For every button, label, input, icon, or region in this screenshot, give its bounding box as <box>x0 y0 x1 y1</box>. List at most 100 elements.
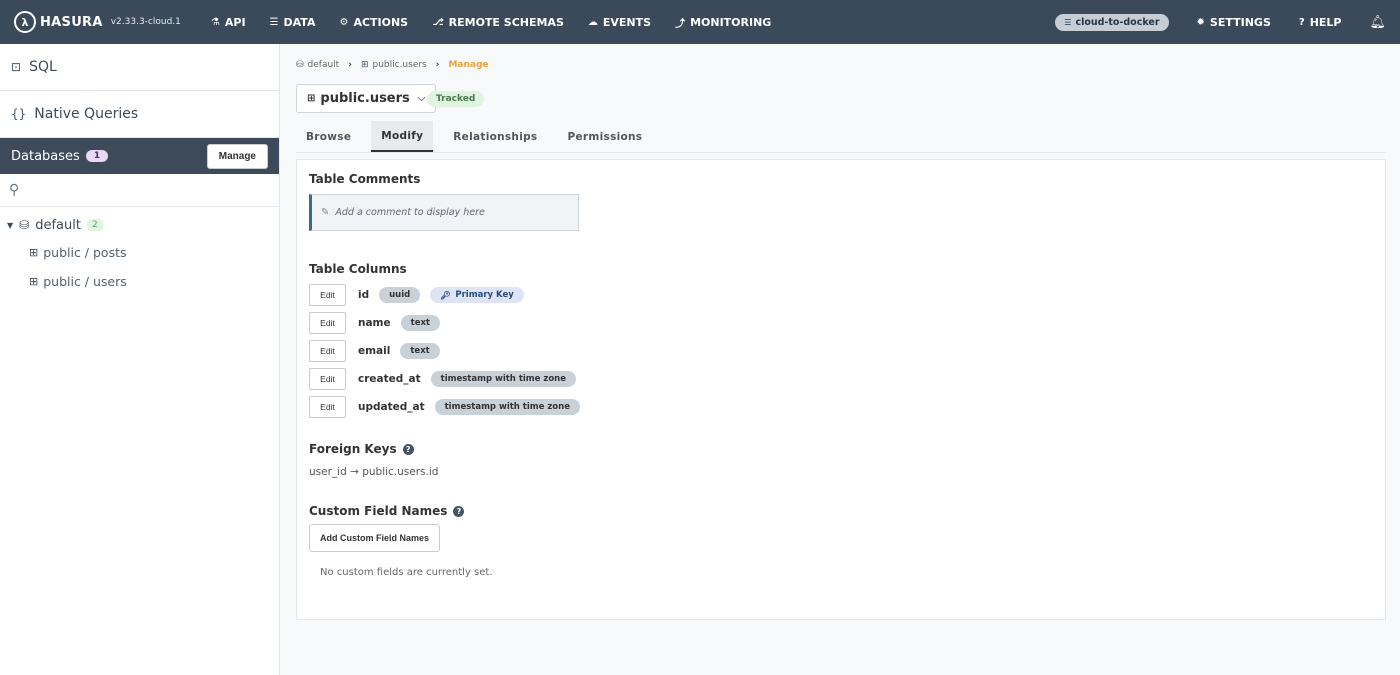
nav-label: HELP <box>1309 15 1342 29</box>
search-input[interactable] <box>25 183 279 197</box>
nav-label: EVENTS <box>602 15 652 29</box>
bell-icon[interactable]: 🔔︎ <box>1369 15 1386 30</box>
edit-column-button[interactable]: Edit <box>309 284 346 306</box>
table-label: public / posts <box>43 245 127 260</box>
breadcrumb-current: Manage <box>448 60 489 70</box>
nav-item-help[interactable]: ? HELP <box>1299 16 1342 29</box>
sidebar-item-native-queries[interactable]: {} Native Queries <box>0 91 279 138</box>
section-title-text: Foreign Keys <box>309 442 397 456</box>
tree-table-posts[interactable]: ⊞ public / posts <box>0 238 279 267</box>
help-icon[interactable]: ? <box>402 443 414 455</box>
edit-column-button[interactable]: Edit <box>309 312 346 334</box>
sidebar-item-sql[interactable]: ⊡ SQL <box>0 44 279 91</box>
tree-table-users[interactable]: ⊞ public / users <box>0 267 279 296</box>
foreign-keys-title: Foreign Keys? <box>309 442 414 456</box>
search-row: ⚲ <box>0 174 279 207</box>
hasura-logo-icon: λ <box>14 11 36 33</box>
nav-item-actions[interactable]: ⚙ ACTIONS <box>339 15 408 30</box>
chart-icon: ⤴ <box>675 18 686 30</box>
sidebar-item-label: Native Queries <box>34 106 139 122</box>
chevron-down-icon: ⌵ <box>417 93 426 104</box>
custom-field-names-title: Custom Field Names? <box>309 504 465 518</box>
table-row: Edit updated_at timestamp with time zone <box>309 396 580 418</box>
edit-column-button[interactable]: Edit <box>309 340 346 362</box>
version-label: v2.33.3-cloud.1 <box>110 17 181 27</box>
tab-permissions[interactable]: Permissions <box>557 121 652 152</box>
add-custom-field-names-button[interactable]: Add Custom Field Names <box>309 524 441 552</box>
search-icon: ⚲ <box>9 182 20 198</box>
tracked-badge: Tracked <box>427 91 485 107</box>
terminal-icon: ⊡ <box>11 60 22 74</box>
breadcrumb-db[interactable]: default <box>308 60 340 70</box>
section-title-text: Table Comments <box>309 172 421 186</box>
sidebar: ⊡ SQL {} Native Queries Databases 1 Manage… <box>0 44 280 675</box>
brand-name: HASURA <box>40 14 103 30</box>
column-type-badge: text <box>400 343 440 359</box>
table-row: Edit email text <box>309 340 440 362</box>
edit-column-button[interactable]: Edit <box>309 396 346 418</box>
caret-down-icon[interactable]: ▼ <box>7 221 13 230</box>
project-name: cloud-to-docker <box>1075 16 1160 28</box>
braces-icon: {} <box>11 107 27 121</box>
table-icon: ⊞ <box>29 275 39 288</box>
server-icon: ☰ <box>1064 17 1072 27</box>
table-row: Edit name text <box>309 312 440 334</box>
cloud-icon: ☁ <box>587 16 598 28</box>
column-type-badge: text <box>400 315 440 331</box>
column-type-badge: timestamp with time zone <box>434 399 580 415</box>
database-icon: ⛁ <box>296 60 304 70</box>
table-icon: ⊞ <box>307 93 316 104</box>
comment-placeholder: Add a comment to display here <box>335 207 485 218</box>
project-selector[interactable]: ☰ cloud-to-docker <box>1055 13 1169 31</box>
breadcrumb-table[interactable]: public.users <box>372 60 426 70</box>
section-title-text: Custom Field Names <box>309 504 448 518</box>
tabs: Browse Modify Relationships Permissions <box>296 121 1386 153</box>
table-row: Edit id uuid 🔑︎ Primary Key <box>309 284 524 306</box>
column-name: name <box>358 317 391 329</box>
actions-icon: ⚙ <box>339 16 349 28</box>
column-type-badge: timestamp with time zone <box>430 371 576 387</box>
nav-label: DATA <box>283 15 316 29</box>
tab-modify[interactable]: Modify <box>371 121 434 152</box>
key-icon: 🔑︎ <box>440 290 451 300</box>
question-icon: ? <box>1298 16 1305 28</box>
help-icon[interactable]: ? <box>453 505 465 517</box>
flask-icon: ⚗ <box>210 16 220 28</box>
nav-item-api[interactable]: ⚗ API <box>211 15 246 30</box>
table-selector-label: public.users <box>320 91 410 106</box>
nav-right: ☰ cloud-to-docker ✹ SETTINGS ? HELP 🔔︎ <box>1055 13 1388 31</box>
nav-item-settings[interactable]: ✹ SETTINGS <box>1197 16 1271 29</box>
tree-database-default[interactable]: ▼ ⛁ default 2 <box>0 212 279 238</box>
gear-icon: ✹ <box>1196 16 1205 28</box>
nav-item-events[interactable]: ☁ EVENTS <box>588 15 651 30</box>
main-content: ⛁ default › ⊞ public.users › Manage ⊞ pu… <box>296 44 1386 675</box>
nav-label: API <box>224 15 246 29</box>
nav-item-remote-schemas[interactable]: ⎇ REMOTE SCHEMAS <box>432 15 564 30</box>
tab-relationships[interactable]: Relationships <box>443 121 547 152</box>
section-title-text: Table Columns <box>309 262 407 276</box>
chevron-right-icon: › <box>348 60 352 70</box>
brand[interactable]: λ HASURA v2.33.3-cloud.1 <box>14 11 181 33</box>
tab-browse[interactable]: Browse <box>296 121 361 152</box>
table-comment-field[interactable]: ✎ Add a comment to display here <box>309 194 579 231</box>
table-icon: ⊞ <box>29 246 39 259</box>
table-selector[interactable]: ⊞ public.users ⌵ <box>296 84 437 113</box>
nav-label: MONITORING <box>690 15 772 29</box>
edit-icon: ✎ <box>321 207 330 218</box>
column-name: email <box>358 345 391 357</box>
table-icon: ⊞ <box>360 60 369 70</box>
breadcrumb: ⛁ default › ⊞ public.users › Manage <box>296 60 489 70</box>
database-icon: ☰ <box>269 16 279 28</box>
databases-label: Databases <box>11 148 80 164</box>
edit-column-button[interactable]: Edit <box>309 368 346 390</box>
top-navbar: λ HASURA v2.33.3-cloud.1 ⚗ API ☰ DATA ⚙ ACT… <box>0 0 1400 44</box>
databases-count-badge: 1 <box>85 150 109 162</box>
manage-databases-button[interactable]: Manage <box>206 143 268 169</box>
plug-icon: ⎇ <box>432 16 444 28</box>
nav-items: ⚗ API ☰ DATA ⚙ ACTIONS ⎇ REMOTE SCHEMAS ☁ EVE… <box>211 15 795 30</box>
schema-count-badge: 2 <box>86 219 103 231</box>
table-columns-title: Table Columns <box>309 262 407 276</box>
column-name: created_at <box>358 373 421 385</box>
nav-item-monitoring[interactable]: ⤴ MONITORING <box>675 15 771 30</box>
nav-item-data[interactable]: ☰ DATA <box>270 15 316 30</box>
